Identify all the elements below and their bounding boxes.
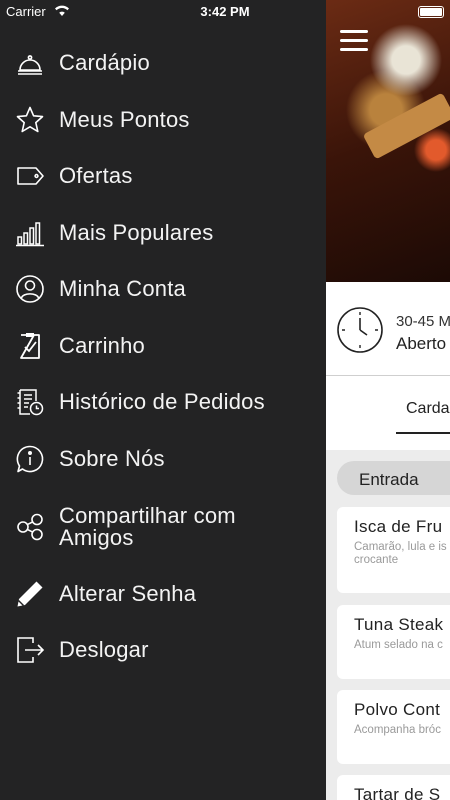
status-bar: Carrier 3:42 PM [0,0,450,24]
menu-item-meus-pontos[interactable]: Meus Pontos [0,97,326,143]
menu-item-ofertas[interactable]: Ofertas [0,153,326,199]
menu-item-sobre-nos[interactable]: Sobre Nós [0,436,326,482]
tab-cardapio[interactable]: Carda [406,400,450,418]
menu-item-label: Deslogar [59,637,149,662]
category-label: Entrada [359,470,419,489]
menu-item-label: Alterar Senha [59,581,197,606]
user-circle-icon [14,273,46,305]
menu-item-minha-conta[interactable]: Minha Conta [0,266,326,312]
share-icon [14,511,46,543]
menu-item-carrinho[interactable]: Carrinho [0,323,326,369]
dish-description: Camarão, lula e is crocante [354,541,447,566]
star-icon [14,104,46,136]
cloche-icon [14,47,46,79]
clipboard-check-icon [14,330,46,362]
menu-item-historico-de-pedidos[interactable]: Histórico de Pedidos [0,379,326,425]
open-status: Aberto [396,334,447,353]
logout-icon [14,634,46,666]
restaurant-hero-image [326,0,450,282]
pencil-icon [14,578,46,610]
dish-list: Entrada Isca de Fru Camarão, lula e is c… [326,450,450,800]
restaurant-info: 30-45 M Aberto [326,282,450,376]
dish-name: Tartar de S [354,785,441,800]
tag-icon [14,160,46,192]
category-chip-entrada[interactable]: Entrada [337,461,450,495]
delivery-time: 30-45 M [396,313,450,330]
clock-icon [337,307,383,353]
restaurant-screen: 30-45 M Aberto Carda Entrada Isca de Fru… [326,0,450,800]
order-history-icon [14,386,46,418]
dish-card[interactable]: Tuna Steak Atum selado na c [337,605,450,679]
dish-card[interactable]: Polvo Cont Acompanha bróc [337,690,450,764]
tab-indicator [396,432,450,434]
dish-name: Isca de Fru [354,517,443,536]
sushi-boat-image [362,92,450,160]
dish-card[interactable]: Tartar de S [337,775,450,800]
menu-item-label: Histórico de Pedidos [59,389,265,414]
dish-card[interactable]: Isca de Fru Camarão, lula e is crocante [337,507,450,593]
hamburger-menu-icon[interactable] [340,30,368,52]
dish-description: Acompanha bróc [354,724,441,736]
menu-item-alterar-senha[interactable]: Alterar Senha [0,571,326,617]
dish-name: Tuna Steak [354,615,444,634]
menu-item-label: Cardápio [59,50,150,75]
side-menu: Cardápio Meus Pontos Ofertas Mais Popula… [0,0,326,800]
menu-item-label: Sobre Nós [59,446,165,471]
menu-item-compartilhar[interactable]: Compartilhar com Amigos [0,503,326,551]
menu-item-label: Meus Pontos [59,107,190,132]
dish-name: Polvo Cont [354,700,441,719]
menu-item-label: Carrinho [59,333,145,358]
menu-item-mais-populares[interactable]: Mais Populares [0,210,326,256]
battery-icon [418,6,444,18]
menu-tabs: Carda [326,376,450,450]
menu-item-label: Compartilhar com Amigos [59,503,236,550]
dish-description: Atum selado na c [354,639,443,651]
menu-item-cardapio[interactable]: Cardápio [0,40,326,86]
info-bubble-icon [14,443,46,475]
menu-item-deslogar[interactable]: Deslogar [0,627,326,673]
menu-item-label: Minha Conta [59,276,186,301]
clock-time: 3:42 PM [200,4,250,19]
menu-item-label: Mais Populares [59,220,214,245]
bar-chart-icon [14,217,46,249]
menu-item-label: Ofertas [59,163,133,188]
